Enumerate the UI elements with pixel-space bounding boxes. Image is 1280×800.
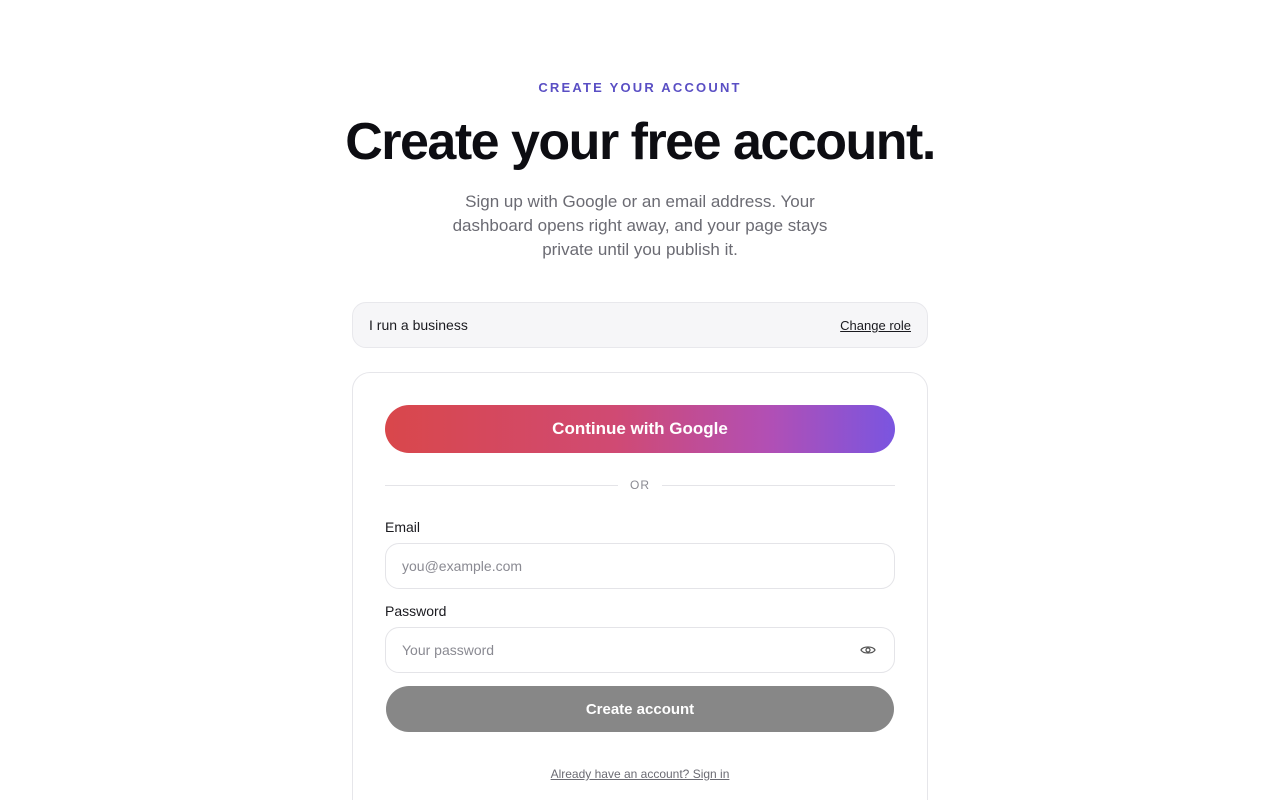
change-role-link[interactable]: Change role: [840, 318, 911, 333]
page-subtitle: Sign up with Google or an email address.…: [452, 192, 828, 259]
divider-label: OR: [630, 478, 650, 492]
eyebrow-label: CREATE YOUR ACCOUNT: [538, 80, 742, 95]
page-title: Create your free account.: [345, 113, 936, 171]
email-label: Email: [385, 519, 421, 535]
continue-with-google-button[interactable]: Continue with Google: [385, 405, 895, 453]
password-label: Password: [385, 603, 447, 619]
role-label: I run a business: [369, 317, 468, 333]
sign-in-link[interactable]: Already have an account? Sign in: [353, 767, 927, 781]
create-account-button[interactable]: Create account: [386, 686, 894, 732]
divider-line-left: [385, 484, 618, 486]
or-divider: OR: [385, 477, 895, 493]
password-field-wrapper: [385, 627, 895, 673]
email-field[interactable]: [402, 558, 878, 574]
eye-icon[interactable]: [858, 640, 878, 660]
email-field-wrapper: [385, 543, 895, 589]
divider-line-right: [662, 484, 895, 486]
signup-card: Continue with Google OR Email Password C…: [352, 372, 928, 800]
role-selector: I run a business Change role: [352, 302, 928, 348]
password-field[interactable]: [402, 642, 858, 658]
